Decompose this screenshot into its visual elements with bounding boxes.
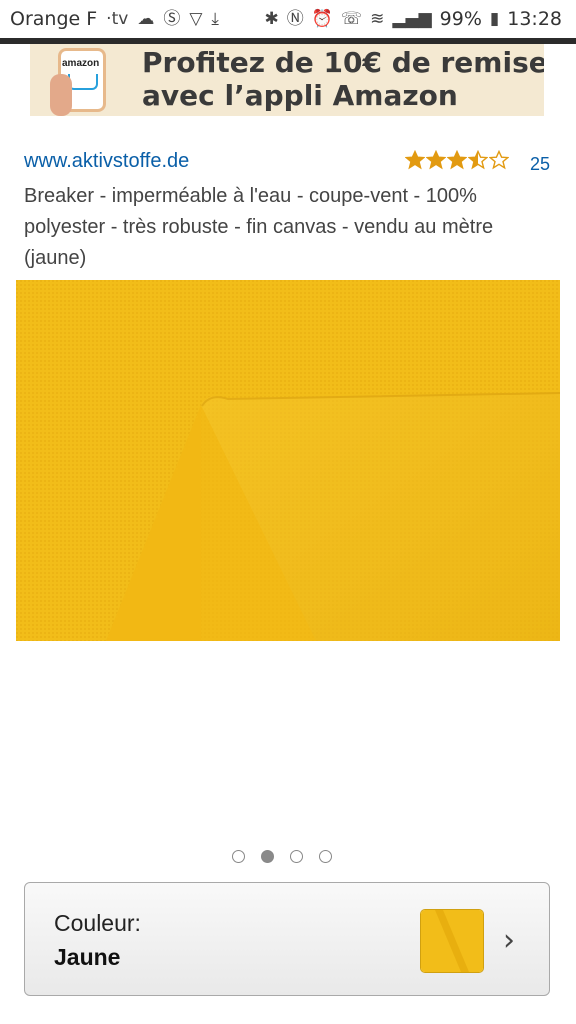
review-count[interactable]: 25 — [530, 154, 550, 175]
alarm-icon: ⏰ — [311, 9, 333, 29]
seller-link[interactable]: www.aktivstoffe.de — [24, 150, 189, 173]
color-value: Jaune — [54, 944, 121, 970]
phone-illustration-icon: amazon — [50, 44, 110, 116]
wifi-icon: ≋ — [370, 9, 385, 29]
color-label: Couleur: — [54, 910, 141, 936]
color-selector-button[interactable]: Couleur: Jaune › — [24, 882, 550, 996]
banner-line-2: avec l’appli Amazon — [142, 79, 458, 112]
pager-dot[interactable] — [319, 850, 332, 863]
status-bar: Orange F ·tv ☁ Ⓢ ▽ ⤓ ✱ Ⓝ ⏰ ☏ ≋ ▂▄▆ 99% ▮… — [0, 0, 576, 38]
app-promo-banner[interactable]: amazon Profitez de 10€ de remise avec l’… — [30, 44, 544, 116]
signal-icon: ▂▄▆ — [392, 9, 432, 29]
battery-percent: 99% — [439, 8, 482, 30]
chevron-right-icon: › — [503, 923, 515, 958]
star-icon — [426, 150, 446, 170]
pager-dot[interactable] — [232, 850, 245, 863]
wifi-call-icon: ☏ — [340, 9, 363, 29]
carrier-name: Orange F — [10, 8, 98, 30]
color-swatch — [421, 910, 483, 972]
banner-line-1: Profitez de 10€ de remise — [142, 46, 544, 79]
shield-icon: ▽ — [189, 9, 203, 29]
banner-text: Profitez de 10€ de remise avec l’appli A… — [142, 46, 544, 112]
battery-icon: ▮ — [489, 9, 500, 29]
tv-icon: ·tv — [106, 9, 129, 29]
bluetooth-icon: ✱ — [264, 9, 279, 29]
image-pager — [232, 850, 332, 863]
pager-dot[interactable] — [261, 850, 274, 863]
star-icon — [405, 150, 425, 170]
star-icon — [447, 150, 467, 170]
download-icon: ⤓ — [211, 9, 219, 29]
cart-icon — [68, 74, 98, 90]
amazon-logo: amazon — [62, 58, 100, 69]
star-icon — [468, 150, 488, 170]
nfc-icon: Ⓝ — [286, 9, 304, 29]
clock: 13:28 — [507, 8, 562, 30]
product-image[interactable] — [16, 280, 560, 641]
cloud-sync-icon: ☁ — [137, 9, 155, 29]
star-icon — [489, 150, 509, 170]
product-title: Breaker - imperméable à l'eau - coupe-ve… — [24, 185, 494, 269]
star-rating[interactable] — [405, 150, 509, 170]
s-app-icon: Ⓢ — [163, 9, 181, 29]
pager-dot[interactable] — [290, 850, 303, 863]
